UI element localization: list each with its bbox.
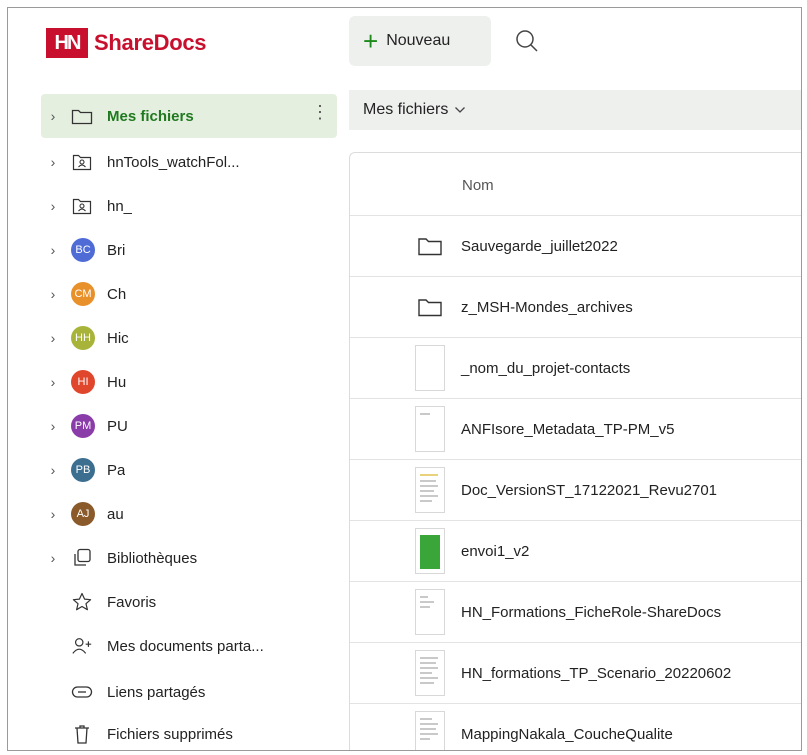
list-item[interactable]: envoi1_v2: [350, 520, 801, 581]
link-icon: [71, 681, 93, 703]
sidebar-item-label: Hic: [107, 329, 129, 347]
sidebar-item-label: Favoris: [107, 593, 157, 611]
shared-folder-icon: [71, 151, 93, 173]
file-name[interactable]: _nom_du_projet-contacts: [461, 360, 630, 377]
avatar: BC: [71, 238, 95, 262]
sidebar-item-mes-fichiers[interactable]: › Mes fichiers ⋮: [41, 94, 337, 138]
star-icon: [71, 591, 93, 613]
avatar: CM: [71, 282, 95, 306]
libraries-icon: [71, 547, 93, 569]
logo[interactable]: HN ShareDocs: [46, 28, 207, 58]
file-thumbnail-icon: [415, 711, 445, 750]
sidebar-item-label: hn_: [107, 197, 133, 215]
search-button[interactable]: [514, 28, 542, 56]
file-name[interactable]: HN_Formations_FicheRole-ShareDocs: [461, 604, 721, 621]
avatar: PM: [71, 414, 95, 438]
chevron-right-icon[interactable]: ›: [41, 550, 65, 566]
sidebar-item-user-aj[interactable]: › AJ au: [41, 494, 337, 534]
shared-folder-icon: [71, 195, 93, 217]
sidebar-item-label: Mes documents parta...: [107, 637, 264, 655]
sidebar-item-user-hi[interactable]: › HI Hu: [41, 362, 337, 402]
trash-icon: [71, 723, 93, 745]
sidebar-item-label: au: [107, 505, 124, 523]
file-name[interactable]: ANFIsore_Metadata_TP-PM_v5: [461, 421, 674, 438]
sidebar-item-hntools[interactable]: › hnTools_watchFol...: [41, 142, 337, 182]
sidebar-item-user-hh[interactable]: › HH Hic: [41, 318, 337, 358]
file-thumbnail-icon: [415, 589, 445, 635]
sidebar-item-label: hnTools_watchFol...: [107, 153, 240, 171]
sidebar-item-label: Ch: [107, 285, 127, 303]
sidebar-item-label: Fichiers supprimés: [107, 725, 233, 743]
chevron-right-icon[interactable]: ›: [41, 154, 65, 170]
file-thumbnail-icon: [415, 467, 445, 513]
sidebar-item-bibliotheques[interactable]: › Bibliothèques: [41, 538, 337, 578]
sidebar-item-label: Liens partagés: [107, 683, 206, 701]
file-name[interactable]: z_MSH-Mondes_archives: [461, 299, 633, 316]
chevron-right-icon[interactable]: ›: [41, 198, 65, 214]
file-thumbnail-icon: [415, 345, 445, 391]
sidebar-item-label: PU: [107, 417, 128, 435]
list-item[interactable]: Doc_VersionST_17122021_Revu2701: [350, 459, 801, 520]
list-item[interactable]: ANFIsore_Metadata_TP-PM_v5: [350, 398, 801, 459]
avatar: AJ: [71, 502, 95, 526]
chevron-right-icon[interactable]: ›: [41, 330, 65, 346]
chevron-right-icon[interactable]: ›: [41, 506, 65, 522]
file-thumbnail-icon: [415, 406, 445, 452]
file-name[interactable]: envoi1_v2: [461, 543, 529, 560]
folder-icon: [415, 284, 445, 330]
sidebar-item-hn[interactable]: › hn_: [41, 186, 337, 226]
breadcrumb: Mes fichiers: [349, 90, 801, 130]
chevron-right-icon[interactable]: ›: [41, 462, 65, 478]
sidebar-item-favoris[interactable]: Favoris: [41, 582, 337, 622]
list-item[interactable]: HN_formations_TP_Scenario_20220602: [350, 642, 801, 703]
avatar: PB: [71, 458, 95, 482]
chevron-right-icon[interactable]: ›: [41, 242, 65, 258]
breadcrumb-current[interactable]: Mes fichiers: [363, 101, 448, 119]
sidebar-item-user-pb[interactable]: › PB Pa: [41, 450, 337, 490]
chevron-down-icon[interactable]: [454, 101, 466, 119]
logo-mark: HN: [46, 28, 88, 58]
sidebar-item-user-pm[interactable]: › PM PU: [41, 406, 337, 446]
file-name[interactable]: Doc_VersionST_17122021_Revu2701: [461, 482, 717, 499]
sidebar-item-label: Mes fichiers: [107, 107, 194, 125]
sidebar-item-user-bc[interactable]: › BC Bri: [41, 230, 337, 270]
avatar: HI: [71, 370, 95, 394]
sidebar-item-liens-partages[interactable]: Liens partagés: [41, 672, 337, 712]
avatar: HH: [71, 326, 95, 350]
plus-icon: +: [363, 26, 379, 56]
chevron-right-icon[interactable]: ›: [41, 374, 65, 390]
sidebar-item-user-cm[interactable]: › CM Ch: [41, 274, 337, 314]
list-item[interactable]: Sauvegarde_juillet2022: [350, 215, 801, 276]
more-options-icon[interactable]: ⋮: [311, 103, 329, 121]
file-thumbnail-icon: [415, 650, 445, 696]
chevron-right-icon[interactable]: ›: [41, 286, 65, 302]
file-list: Nom Sauvegarde_juillet2022 z_MSH-Mondes_…: [349, 152, 801, 750]
file-name[interactable]: HN_formations_TP_Scenario_20220602: [461, 665, 731, 682]
app-name: ShareDocs: [94, 30, 207, 55]
folder-icon: [71, 105, 93, 127]
list-item[interactable]: _nom_du_projet-contacts: [350, 337, 801, 398]
sidebar-item-mes-documents-partages[interactable]: Mes documents parta...: [41, 626, 337, 666]
app-window: HN ShareDocs › Mes fichiers ⋮ › hnTools_…: [7, 7, 802, 751]
sidebar-item-label: Hu: [107, 373, 127, 391]
share-user-icon: [71, 635, 93, 657]
sidebar-item-fichiers-supprimes[interactable]: Fichiers supprimés: [41, 714, 337, 750]
list-item[interactable]: z_MSH-Mondes_archives: [350, 276, 801, 337]
new-button-label: Nouveau: [386, 32, 451, 49]
search-icon: [516, 30, 538, 52]
chevron-right-icon[interactable]: ›: [41, 418, 65, 434]
list-item[interactable]: MappingNakala_CoucheQualite: [350, 703, 801, 750]
sidebar: HN ShareDocs › Mes fichiers ⋮ › hnTools_…: [8, 8, 346, 750]
sidebar-item-label: Bri: [107, 241, 126, 259]
file-name[interactable]: MappingNakala_CoucheQualite: [461, 726, 673, 743]
sidebar-item-label: Bibliothèques: [107, 549, 198, 567]
spreadsheet-thumbnail-icon: [415, 528, 445, 574]
sidebar-item-label: Pa: [107, 461, 126, 479]
file-name[interactable]: Sauvegarde_juillet2022: [461, 238, 618, 255]
chevron-right-icon[interactable]: ›: [41, 108, 65, 124]
folder-icon: [415, 223, 445, 269]
column-header-name[interactable]: Nom: [462, 177, 494, 194]
new-button[interactable]: + Nouveau: [349, 16, 491, 66]
list-item[interactable]: HN_Formations_FicheRole-ShareDocs: [350, 581, 801, 642]
